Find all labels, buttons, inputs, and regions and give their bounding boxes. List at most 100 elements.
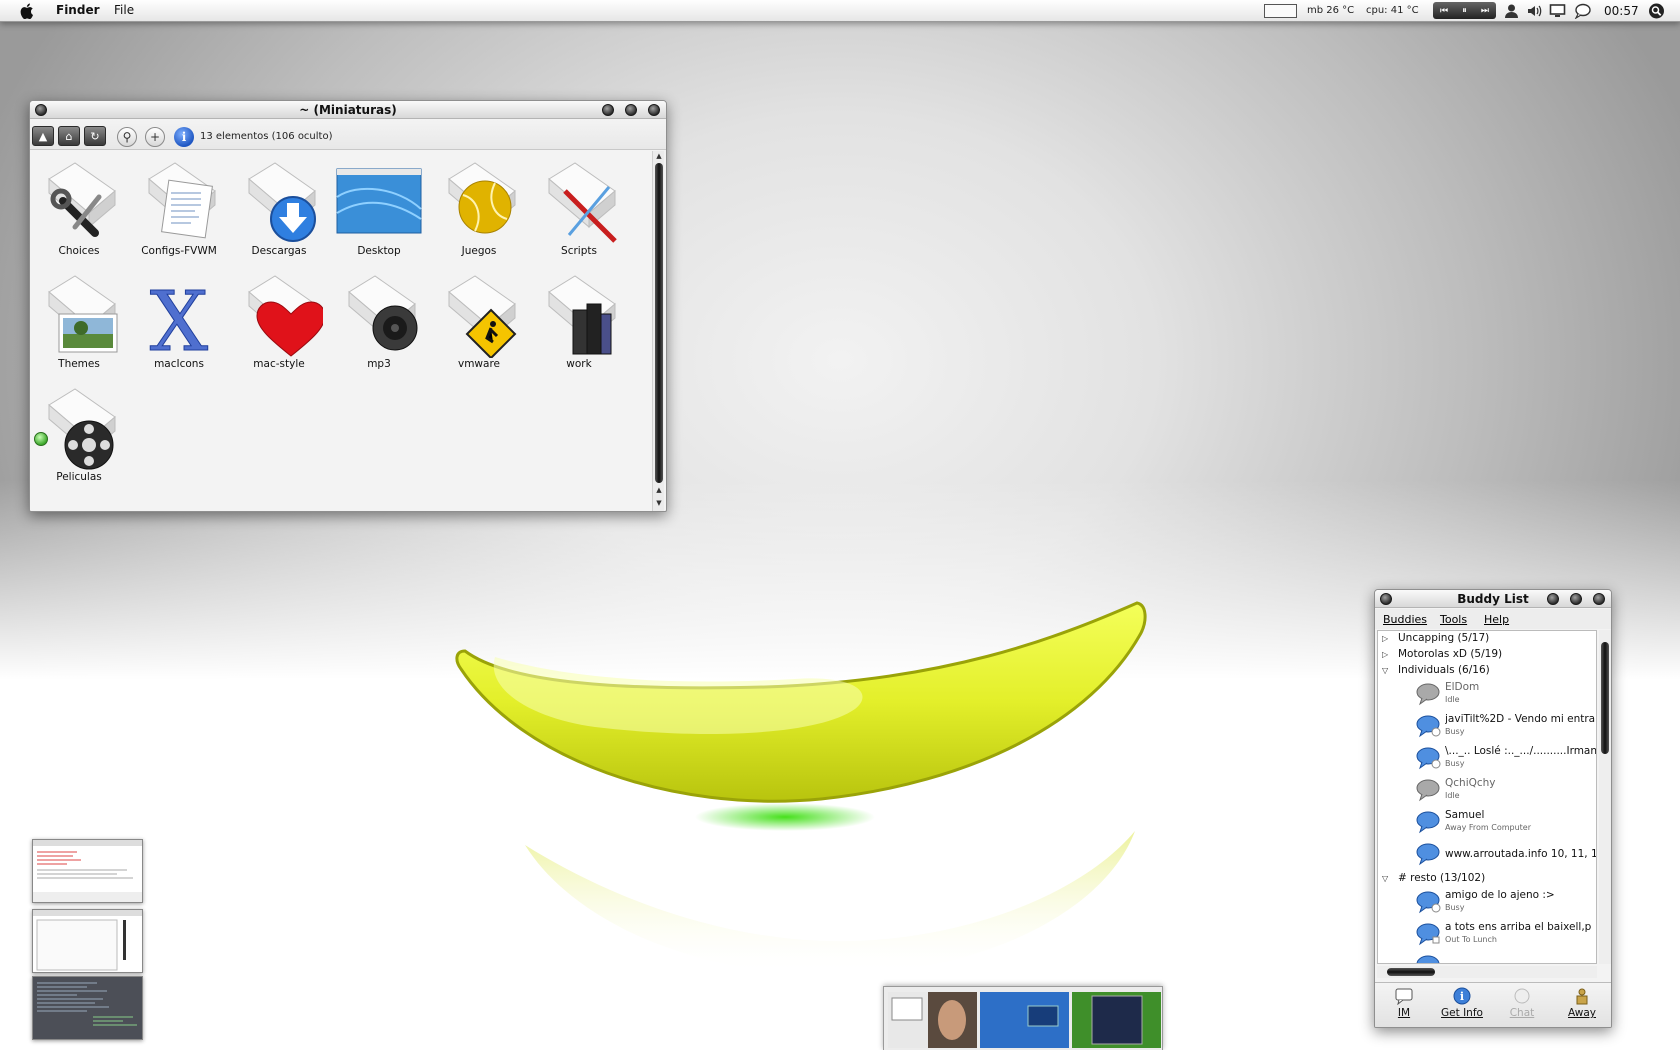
folder-vmware[interactable]: vmware	[431, 266, 527, 376]
workspace-thumbnail-3[interactable]	[32, 976, 143, 1040]
window-menu-button[interactable]	[35, 104, 47, 116]
group-motorolas[interactable]: ▷ Motorolas xD (5/19)	[1378, 647, 1596, 663]
scroll-up-arrow-icon[interactable]: ▲	[654, 152, 664, 160]
chat-icon	[1514, 988, 1530, 1004]
menu-buddies[interactable]: Buddies	[1383, 613, 1427, 626]
folder-juegos[interactable]: Juegos	[431, 153, 527, 263]
buddy-row[interactable]	[1378, 951, 1596, 963]
spotlight-search-icon[interactable]	[1648, 3, 1665, 19]
menu-help[interactable]: Help	[1484, 613, 1509, 626]
pause-button[interactable]: ⏸	[1462, 6, 1467, 16]
svg-text:X: X	[150, 275, 208, 358]
folder-label: mac-style	[253, 358, 305, 370]
chat-bubble-icon[interactable]	[1574, 3, 1591, 19]
im-button[interactable]: IM	[1377, 987, 1431, 1019]
display-icon[interactable]	[1549, 3, 1566, 19]
buddy-row[interactable]: amigo de lo ajeno :> Busy	[1378, 887, 1596, 919]
finder-window: ~ (Miniaturas) ▲ ⌂ ↻ ⚲ + i 13 elementos …	[29, 100, 667, 512]
folder-configs-fvwm[interactable]: Configs-FVWM	[131, 153, 227, 263]
group-resto[interactable]: ▽ # resto (13/102)	[1378, 871, 1596, 887]
folder-mp3[interactable]: mp3	[331, 266, 427, 376]
expanded-arrow-icon[interactable]: ▽	[1382, 666, 1388, 675]
close-button[interactable]	[1593, 593, 1605, 605]
info-icon: i	[1453, 987, 1471, 1005]
collapsed-arrow-icon[interactable]: ▷	[1382, 650, 1388, 659]
folder-macicons[interactable]: X macIcons	[131, 266, 227, 376]
workspace-thumbnail-2[interactable]	[32, 909, 143, 973]
refresh-button[interactable]: ↻	[84, 126, 106, 146]
chat-button[interactable]: Chat	[1495, 987, 1549, 1019]
home-button[interactable]: ⌂	[58, 126, 80, 146]
folder-themes[interactable]: Themes	[31, 266, 127, 376]
menu-tools[interactable]: Tools	[1440, 613, 1467, 626]
group-individuals[interactable]: ▽ Individuals (6/16)	[1378, 663, 1596, 679]
finder-vertical-scrollbar[interactable]: ▲ ▲ ▼	[652, 151, 664, 511]
folder-peliculas[interactable]: Peliculas	[31, 379, 127, 489]
folder-label: Desktop	[357, 245, 401, 257]
user-icon[interactable]	[1503, 3, 1520, 19]
folder-desktop[interactable]: Desktop	[331, 153, 427, 263]
item-count: 13 elementos (106 oculto)	[200, 131, 333, 142]
buddy-tree: ▷ Uncapping (5/17) ▷ Motorolas xD (5/19)…	[1377, 630, 1597, 964]
svg-text:i: i	[1460, 990, 1464, 1003]
buddy-horizontal-scrollbar[interactable]	[1377, 966, 1597, 978]
pager-desk-2[interactable]	[980, 992, 1069, 1048]
maximize-button[interactable]	[1570, 593, 1582, 605]
go-up-button[interactable]: ▲	[32, 126, 54, 146]
buddy-list-titlebar[interactable]: Buddy List	[1375, 590, 1611, 608]
workspace-preview-image	[37, 982, 137, 1026]
folder-label: Descargas	[251, 245, 307, 257]
folder-work[interactable]: work	[531, 266, 627, 376]
buddy-row[interactable]: Samuel Away From Computer	[1378, 807, 1596, 839]
previous-track-button[interactable]: ⏮	[1440, 6, 1448, 16]
buddy-row[interactable]: QchiQchy Idle	[1378, 775, 1596, 807]
clock: 00:57	[1604, 4, 1639, 18]
expanded-arrow-icon[interactable]: ▽	[1382, 874, 1388, 883]
buddy-vertical-scrollbar[interactable]	[1599, 630, 1611, 964]
get-info-button[interactable]: i Get Info	[1435, 987, 1489, 1019]
buddy-row[interactable]: \..._.. Loslé :.._.../..........Irman Bu…	[1378, 743, 1596, 775]
scroll-down-arrow-icon[interactable]: ▼	[654, 499, 664, 507]
maximize-button[interactable]	[625, 104, 637, 116]
cpu-temperature: cpu: 41 °C	[1366, 5, 1419, 16]
folder-mac-style[interactable]: mac-style	[231, 266, 327, 376]
scrollbar-thumb[interactable]	[1387, 968, 1435, 976]
apple-menu-icon[interactable]	[20, 3, 35, 19]
buddy-row[interactable]: www.arroutada.info 10, 11, 12	[1378, 839, 1596, 871]
minimize-button[interactable]	[1547, 593, 1559, 605]
scroll-up-arrow-icon[interactable]: ▲	[654, 486, 664, 494]
collapsed-arrow-icon[interactable]: ▷	[1382, 634, 1388, 643]
folder-label: Juegos	[461, 245, 497, 257]
buddy-row[interactable]: a tots ens arriba el baixell,p Out To Lu…	[1378, 919, 1596, 951]
pager-desk-3[interactable]	[1072, 992, 1161, 1048]
menu-file[interactable]: File	[114, 3, 134, 17]
available-buddy-icon	[1416, 843, 1440, 866]
group-uncapping[interactable]: ▷ Uncapping (5/17)	[1378, 631, 1596, 647]
icon-grid: Choices Configs-FVWM Descargas Desktop J…	[30, 151, 642, 498]
buddy-row[interactable]: ElDom Idle	[1378, 679, 1596, 711]
window-menu-button[interactable]	[1380, 593, 1392, 605]
next-track-button[interactable]: ⏭	[1481, 6, 1489, 16]
workspace-thumbnail-1[interactable]	[32, 839, 143, 903]
ball-folder-icon	[448, 162, 516, 234]
buddy-row[interactable]: javiTilt%2D - Vendo mi entra Busy	[1378, 711, 1596, 743]
away-icon	[1576, 988, 1588, 1005]
pager-desk-1[interactable]	[888, 992, 977, 1048]
volume-icon[interactable]	[1526, 3, 1543, 19]
scrollbar-thumb[interactable]	[1601, 642, 1609, 754]
minimize-button[interactable]	[602, 104, 614, 116]
close-button[interactable]	[648, 104, 660, 116]
folder-descargas[interactable]: Descargas	[231, 153, 327, 263]
folder-scripts[interactable]: Scripts	[531, 153, 627, 263]
new-folder-button[interactable]: +	[145, 127, 165, 147]
finder-titlebar[interactable]: ~ (Miniaturas)	[30, 101, 666, 119]
scrollbar-thumb[interactable]	[655, 163, 663, 483]
away-button[interactable]: Away	[1555, 987, 1609, 1019]
sign-folder-icon	[448, 275, 517, 358]
folder-label: work	[566, 358, 592, 370]
folder-choices[interactable]: Choices	[31, 153, 127, 263]
search-button[interactable]: ⚲	[117, 127, 137, 147]
menu-finder[interactable]: Finder	[56, 3, 100, 17]
media-controls: ⏮ ⏸ ⏭	[1433, 2, 1496, 19]
info-button[interactable]: i	[174, 127, 194, 147]
